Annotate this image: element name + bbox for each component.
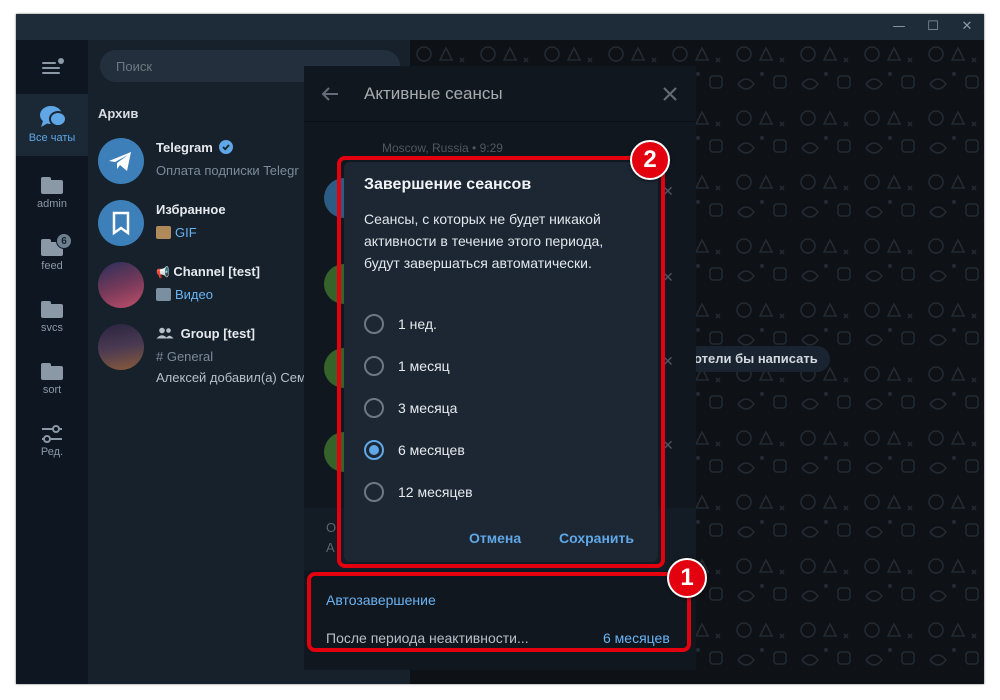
verified-icon — [219, 140, 234, 154]
folder-svcs[interactable]: svcs — [16, 288, 88, 350]
folder-label: Все чаты — [28, 132, 76, 144]
folder-icon — [41, 363, 63, 380]
group-icon — [156, 327, 174, 339]
folder-edit[interactable]: Ред. — [16, 412, 88, 474]
chat-bubbles-icon — [40, 106, 67, 127]
minimize-icon[interactable]: — — [882, 14, 916, 40]
service-message: отели бы написать — [682, 346, 830, 372]
telegram-avatar — [98, 138, 144, 184]
megaphone-icon: 📢 — [156, 267, 170, 279]
folder-all-chats[interactable]: Все чаты — [16, 94, 88, 156]
highlight-box-auto-terminate — [307, 572, 691, 652]
folder-admin[interactable]: admin — [16, 164, 88, 226]
telegram-logo-icon — [109, 152, 131, 171]
close-window-icon[interactable]: ✕ — [950, 14, 984, 40]
sliders-icon — [42, 425, 62, 443]
chat-name: Group [test] — [156, 326, 255, 341]
maximize-icon[interactable]: ☐ — [916, 14, 950, 40]
menu-icon[interactable] — [38, 58, 64, 78]
step-marker-2: 2 — [630, 140, 670, 180]
folder-label: Ред. — [40, 446, 64, 458]
step-marker-1: 1 — [667, 558, 707, 598]
chat-preview: Оплата подписки Telegr — [156, 163, 299, 178]
unread-badge: 6 — [56, 233, 72, 249]
group-avatar — [98, 324, 144, 370]
channel-avatar — [98, 262, 144, 308]
chat-name: Избранное — [156, 202, 226, 217]
folder-label: admin — [37, 198, 67, 210]
folder-label: feed — [41, 260, 63, 272]
chat-preview: GIF — [156, 225, 197, 240]
chat-name: Telegram — [156, 140, 234, 155]
chat-preview: Алексей добавил(а) Сем — [156, 370, 306, 385]
title-bar: — ☐ ✕ — [16, 14, 984, 40]
folder-label: sort — [42, 384, 62, 396]
saved-messages-avatar — [98, 200, 144, 246]
chat-topic: # General — [156, 349, 214, 364]
folder-icon — [41, 177, 63, 194]
highlight-box-dialog — [337, 156, 665, 568]
video-thumbnail — [156, 288, 171, 301]
folder-sort[interactable]: sort — [16, 350, 88, 412]
folder-icon — [41, 301, 63, 318]
archive-title: Архив — [98, 106, 139, 121]
bookmark-icon — [112, 211, 130, 236]
folder-sidebar: Все чаты admin 6 feed svcs sort Ред. — [16, 40, 88, 684]
chat-name: 📢 Channel [test] — [156, 264, 260, 279]
search-placeholder: Поиск — [116, 59, 153, 74]
folder-label: svcs — [41, 322, 63, 334]
chat-preview: Видео — [156, 287, 213, 302]
gif-thumbnail — [156, 226, 171, 239]
folder-feed[interactable]: 6 feed — [16, 226, 88, 288]
